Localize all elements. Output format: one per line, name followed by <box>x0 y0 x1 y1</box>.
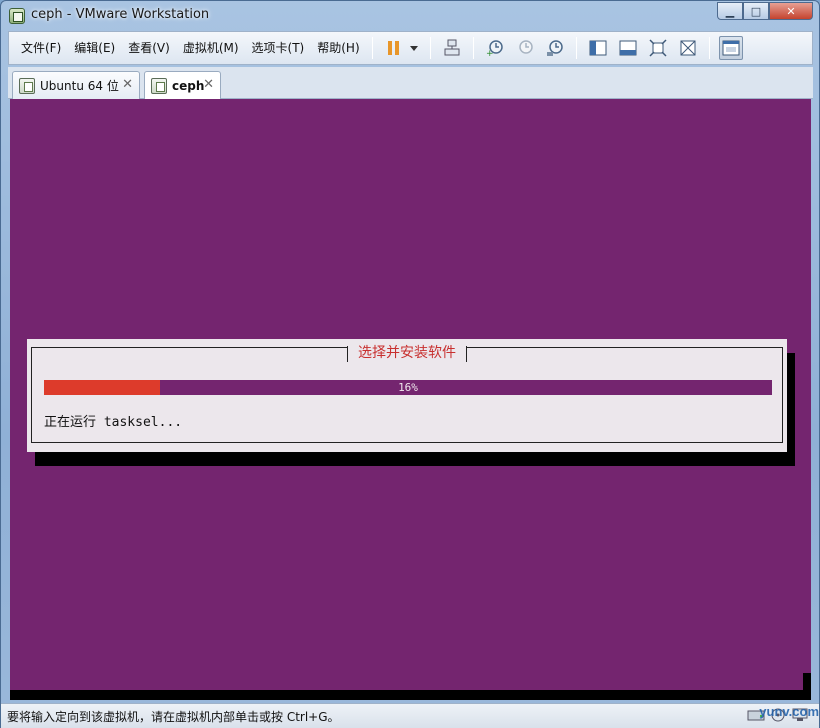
vm-tab-strip: Ubuntu 64 位 ✕ ceph ✕ <box>8 67 813 99</box>
close-tab-icon[interactable]: ✕ <box>203 77 214 92</box>
snapshot-manager-icon <box>546 40 563 56</box>
console-view-button[interactable] <box>718 36 743 60</box>
fullscreen-button[interactable] <box>646 36 670 60</box>
title-bar[interactable]: ceph - VMware Workstation ▁ □ ✕ <box>1 1 819 31</box>
close-tab-icon[interactable]: ✕ <box>122 77 133 92</box>
screen-bottom-band <box>10 690 811 700</box>
pause-button[interactable] <box>382 36 406 60</box>
progress-bar: 16% <box>44 380 772 395</box>
chevron-down-icon <box>409 46 418 51</box>
minimize-icon: ▁ <box>725 4 735 18</box>
send-ctrl-alt-del-button[interactable] <box>440 36 464 60</box>
vm-icon <box>19 77 35 94</box>
network-keyboard-icon <box>444 39 460 56</box>
vmware-app-icon <box>9 8 25 24</box>
install-dialog: 选择并安装软件 16% 正在运行 tasksel... <box>27 339 787 452</box>
thumbnail-icon <box>619 40 637 56</box>
vmware-window: ceph - VMware Workstation ▁ □ ✕ 文件(F) 编辑… <box>0 0 820 728</box>
menu-file[interactable]: 文件(F) <box>15 37 67 59</box>
unity-icon <box>680 40 696 56</box>
take-snapshot-button[interactable]: + <box>483 36 507 60</box>
power-dropdown-button[interactable] <box>407 36 421 60</box>
maximize-button[interactable]: □ <box>743 2 769 20</box>
menu-tabs[interactable]: 选项卡(T) <box>246 37 311 59</box>
menu-edit[interactable]: 编辑(E) <box>68 37 121 59</box>
toolbar-separator <box>708 37 710 59</box>
tab-ubuntu-64[interactable]: Ubuntu 64 位 ✕ <box>12 71 140 99</box>
dialog-frame: 选择并安装软件 16% 正在运行 tasksel... <box>31 346 783 443</box>
window-controls: ▁ □ ✕ <box>717 2 813 21</box>
watermark: yunv.com <box>759 704 819 719</box>
vm-running-icon <box>151 77 167 94</box>
revert-clock-icon <box>518 40 533 54</box>
close-icon: ✕ <box>786 4 796 18</box>
svg-text:+: + <box>486 49 494 57</box>
fullscreen-icon <box>649 39 667 57</box>
menu-help[interactable]: 帮助(H) <box>311 37 365 59</box>
status-bar: 要将输入定向到该虚拟机，请在虚拟机内部单击或按 Ctrl+G。 yunv.com <box>1 703 819 728</box>
pause-icon <box>387 41 399 55</box>
menu-view[interactable]: 查看(V) <box>122 37 176 59</box>
toolbar-separator <box>429 37 431 59</box>
dialog-title-wrap: 选择并安装软件 <box>32 346 782 362</box>
snapshot-manager-button[interactable] <box>543 36 567 60</box>
revert-snapshot-button[interactable] <box>513 36 537 60</box>
vm-console-screen[interactable]: 选择并安装软件 16% 正在运行 tasksel... <box>10 99 811 700</box>
console-view-icon <box>722 40 740 56</box>
tab-label: ceph <box>172 78 205 93</box>
tab-ceph[interactable]: ceph ✕ <box>144 71 221 99</box>
tab-label: Ubuntu 64 位 <box>40 79 119 93</box>
menu-toolbar: 文件(F) 编辑(E) 查看(V) 虚拟机(M) 选项卡(T) 帮助(H) + <box>8 31 813 65</box>
snapshot-clock-icon: + <box>486 40 503 57</box>
show-library-button[interactable] <box>586 36 610 60</box>
progress-label: 16% <box>398 381 418 394</box>
toolbar-separator <box>472 37 474 59</box>
install-status-text: 正在运行 tasksel... <box>44 415 183 430</box>
dialog-title: 选择并安装软件 <box>347 346 467 362</box>
menu-vm[interactable]: 虚拟机(M) <box>177 37 245 59</box>
maximize-icon: □ <box>750 4 762 18</box>
toolbar-separator <box>575 37 577 59</box>
status-message: 要将输入定向到该虚拟机，请在虚拟机内部单击或按 Ctrl+G。 <box>7 710 340 724</box>
close-button[interactable]: ✕ <box>769 2 813 20</box>
unity-mode-button[interactable] <box>676 36 700 60</box>
thumbnail-bar-button[interactable] <box>616 36 640 60</box>
minimize-button[interactable]: ▁ <box>717 2 743 20</box>
toolbar-separator <box>371 37 373 59</box>
sidebar-icon <box>589 40 607 56</box>
window-title: ceph - VMware Workstation <box>31 7 210 22</box>
